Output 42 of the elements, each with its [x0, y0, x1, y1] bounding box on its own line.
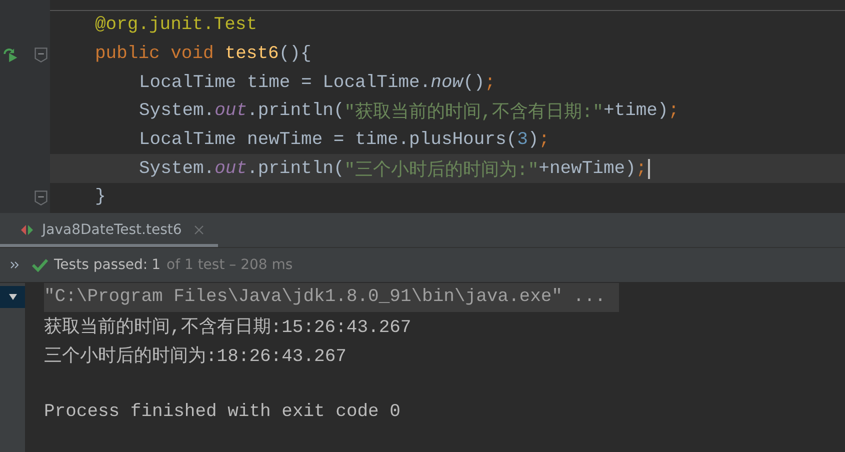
code-token: 3: [517, 130, 528, 150]
fold-icon[interactable]: [34, 190, 48, 206]
code-token: .println(: [247, 101, 344, 122]
close-icon[interactable]: [194, 224, 204, 234]
code-token: ;: [636, 158, 647, 179]
check-icon: [32, 258, 48, 272]
code-token: LocalTime time = LocalTime.: [139, 72, 431, 93]
code-token: now: [430, 72, 464, 93]
tree-toggle[interactable]: [0, 286, 25, 308]
code-token: ): [528, 130, 539, 150]
status-label: Tests passed:: [54, 257, 148, 273]
code-token: ;: [484, 72, 496, 93]
code-token: "获取当前的时间,不含有日期:": [344, 101, 604, 124]
code-token: System.: [139, 158, 215, 179]
console-line: 三个小时后的时间为:18:26:43.267: [44, 345, 346, 367]
code-token: LocalTime newTime = time.plusHours(: [139, 130, 518, 150]
status-detail: of 1 test – 208 ms: [166, 257, 293, 273]
caret-icon: [8, 293, 18, 301]
code-token: out: [214, 101, 248, 122]
code-token: +time): [603, 101, 668, 122]
code-token: "三个小时后的时间为:": [344, 159, 539, 181]
code-token: .println(: [247, 158, 344, 179]
code-token: test6: [224, 44, 279, 64]
code-token: @org.junit.: [95, 15, 214, 36]
passed-count: 1: [152, 257, 161, 273]
code-token: out: [214, 158, 248, 179]
code-token: (){: [278, 44, 312, 64]
code-token: +newTime): [538, 158, 636, 179]
code-token: System.: [139, 101, 215, 122]
code-token: Test: [214, 15, 258, 36]
console-line: "C:\Program Files\Java\jdk1.8.0_91\bin\java.exe" ...: [44, 287, 606, 308]
console-line: 获取当前的时间,不含有日期:15:26:43.267: [44, 316, 412, 338]
test-class-icon: [20, 224, 34, 236]
fold-icon[interactable]: [34, 46, 48, 63]
code-token: public void: [95, 44, 214, 64]
code-token: ;: [668, 101, 680, 122]
text-cursor: [648, 158, 650, 179]
console-line: Process finished with exit code 0: [44, 402, 400, 422]
code-token: (): [463, 72, 485, 93]
code-token: ;: [538, 130, 550, 150]
expand-icon[interactable]: [10, 261, 20, 269]
code-token: }: [95, 187, 106, 208]
